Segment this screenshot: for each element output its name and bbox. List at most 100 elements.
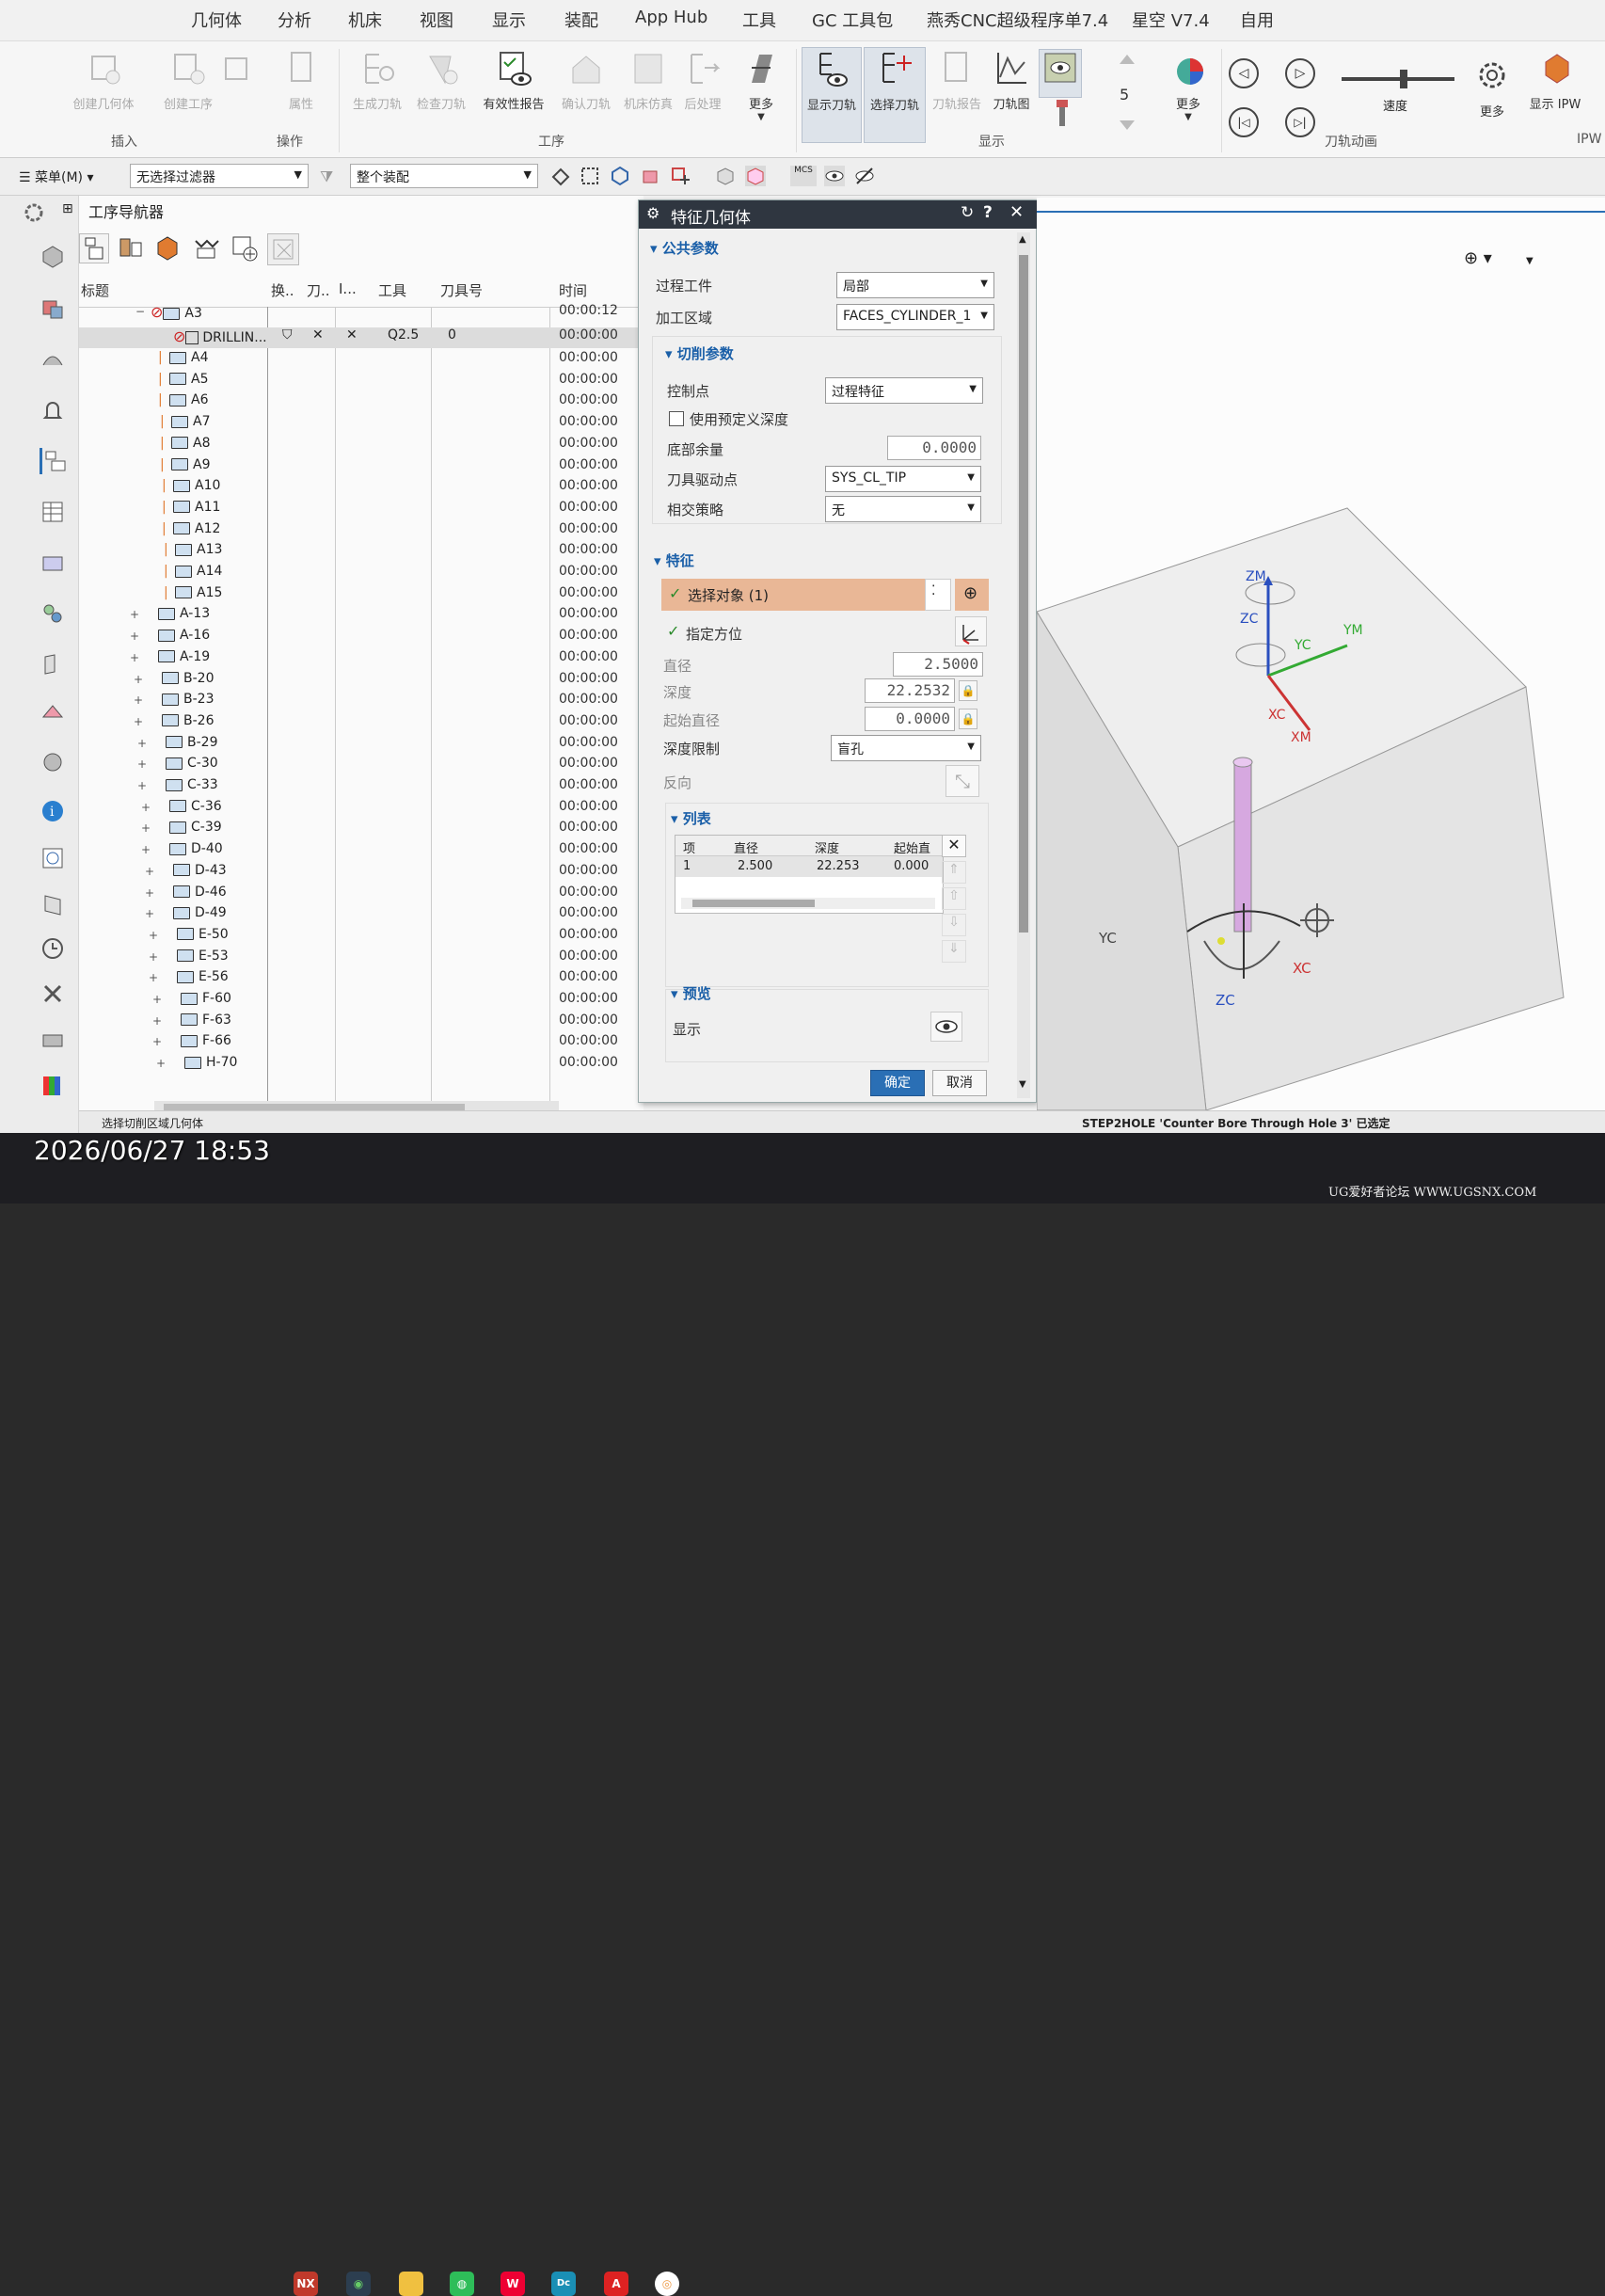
- cube-outline-icon[interactable]: [745, 166, 766, 186]
- validity-report-button[interactable]: 有效性报告: [476, 49, 551, 112]
- close-icon[interactable]: ✕: [1009, 202, 1024, 222]
- section-preview[interactable]: ▾ 预览: [671, 983, 711, 1003]
- create-geometry-button[interactable]: 创建几何体: [58, 49, 149, 112]
- machine-library-icon[interactable]: [40, 499, 66, 525]
- lock-icon[interactable]: 🔒: [959, 709, 977, 729]
- expand-icon[interactable]: +: [134, 673, 143, 686]
- table-row[interactable]: + C-36 00:00:00: [79, 799, 644, 820]
- ipw-display-button[interactable]: [1039, 49, 1082, 98]
- nx-app-icon[interactable]: NX: [294, 2272, 318, 2296]
- expand-icon[interactable]: +: [149, 971, 158, 984]
- hexagon-icon[interactable]: [610, 166, 630, 186]
- menu-gc-toolkit[interactable]: GC 工具包: [812, 8, 893, 32]
- selection-filter-dropdown[interactable]: 无选择过滤器 ▼: [130, 164, 309, 188]
- create-method-button[interactable]: [218, 49, 256, 94]
- control-point-dropdown[interactable]: 过程特征 ▼: [825, 377, 983, 404]
- expand-icon[interactable]: +: [130, 608, 139, 621]
- tool-drive-point-dropdown[interactable]: SYS_CL_TIP ▼: [825, 466, 981, 492]
- book-icon[interactable]: [40, 651, 66, 678]
- machine-simulation-button[interactable]: 机床仿真: [617, 49, 679, 112]
- material-icon[interactable]: [40, 749, 66, 775]
- more-operations-button[interactable]: 更多 ▼: [738, 49, 785, 122]
- dialog-scrollbar[interactable]: ▲ ▼: [1017, 232, 1030, 1098]
- section-feature[interactable]: ▾ 特征: [654, 550, 694, 570]
- table-row[interactable]: 1 2.500 22.253 0.000: [675, 856, 943, 877]
- menu-custom[interactable]: 自用: [1240, 8, 1274, 32]
- ok-button[interactable]: 确定: [870, 1070, 925, 1096]
- menu-analysis[interactable]: 分析: [278, 8, 311, 32]
- tool-display-button[interactable]: [1048, 100, 1076, 132]
- expand-icon[interactable]: +: [149, 929, 158, 942]
- postprocess-button[interactable]: 后处理: [679, 49, 726, 112]
- mcs-display-icon[interactable]: MCS: [790, 166, 817, 186]
- expand-icon[interactable]: +: [137, 737, 147, 750]
- table-row[interactable]: + C-30 00:00:00: [79, 756, 644, 776]
- move-up-button[interactable]: ⇧: [942, 887, 966, 910]
- depth-limit-dropdown[interactable]: 盲孔 ▼: [831, 735, 981, 761]
- file-explorer-icon[interactable]: [399, 2272, 423, 2296]
- menu-app-hub[interactable]: App Hub: [635, 8, 707, 27]
- ipw-history-icon[interactable]: [40, 700, 66, 726]
- forward-end-button[interactable]: ▷|: [1285, 107, 1315, 137]
- feature-icon[interactable]: [40, 600, 66, 627]
- create-operation-button[interactable]: 创建工序: [151, 49, 226, 112]
- help-icon[interactable]: ?: [983, 203, 993, 222]
- expand-icon[interactable]: +: [156, 1057, 166, 1070]
- section-cut-params[interactable]: ▾ 切削参数: [665, 343, 734, 363]
- show-ipw-button[interactable]: 显示 IPW: [1524, 49, 1586, 112]
- selection-scope-dropdown[interactable]: 整个装配 ▼: [350, 164, 538, 188]
- menu-button[interactable]: ☰ 菜单(M) ▾: [19, 167, 94, 186]
- lock-icon[interactable]: 🔒: [959, 680, 977, 701]
- table-row[interactable]: | A10 00:00:00: [79, 478, 644, 499]
- menu-display[interactable]: 显示: [492, 8, 526, 32]
- scrollbar-thumb[interactable]: [1019, 255, 1028, 933]
- table-row[interactable]: | A8 00:00:00: [79, 436, 644, 456]
- table-row[interactable]: | A14 00:00:00: [79, 564, 644, 584]
- table-row[interactable]: + B-20 00:00:00: [79, 671, 644, 692]
- rewind-button[interactable]: |◁: [1229, 107, 1259, 137]
- tool-library-icon[interactable]: [40, 550, 66, 576]
- move-up-button[interactable]: 5: [1108, 51, 1144, 139]
- browser-icon[interactable]: ◎: [655, 2272, 679, 2296]
- table-row[interactable]: + H-70 00:00:00: [79, 1055, 644, 1076]
- section-common-params[interactable]: ▾ 公共参数: [650, 238, 719, 258]
- select-toolpath-button[interactable]: 选择刀轨: [864, 47, 926, 143]
- table-row[interactable]: | A6 00:00:00: [79, 392, 644, 413]
- table-row[interactable]: + B-29 00:00:00: [79, 735, 644, 756]
- expand-icon[interactable]: +: [130, 651, 139, 664]
- table-row[interactable]: + F-60 00:00:00: [79, 991, 644, 1012]
- scroll-down-icon[interactable]: ▼: [1019, 1079, 1026, 1090]
- expand-icon[interactable]: +: [145, 886, 154, 900]
- select-points-button[interactable]: ⁚: [925, 579, 951, 611]
- table-row[interactable]: + A-13 00:00:00: [79, 606, 644, 627]
- table-row-parent[interactable]: − ⊘ A3 00:00:12: [79, 303, 644, 324]
- section-list[interactable]: ▾ 列表: [671, 808, 711, 828]
- reset-icon[interactable]: ↻: [961, 203, 974, 222]
- table-row[interactable]: + B-23 00:00:00: [79, 692, 644, 712]
- expand-icon[interactable]: +: [149, 950, 158, 964]
- expand-icon[interactable]: +: [134, 715, 143, 728]
- table-row[interactable]: + F-66 00:00:00: [79, 1033, 644, 1054]
- intersect-strategy-dropdown[interactable]: 无 ▼: [825, 496, 981, 522]
- expand-icon[interactable]: +: [141, 801, 151, 814]
- properties-button[interactable]: 属性: [275, 49, 327, 112]
- expand-icon[interactable]: +: [152, 993, 162, 1006]
- diameter-input[interactable]: 2.5000: [893, 652, 983, 677]
- cancel-button[interactable]: 取消: [932, 1070, 987, 1096]
- table-row[interactable]: | A13 00:00:00: [79, 542, 644, 563]
- table-row[interactable]: | A12 00:00:00: [79, 521, 644, 542]
- table-row[interactable]: | A7 00:00:00: [79, 414, 644, 435]
- table-row-selected[interactable]: ⊘ DRILLIN... ⛉ ✕ ✕ Q2.5 0 00:00:00: [79, 327, 644, 348]
- wechat-icon[interactable]: ◍: [450, 2272, 474, 2296]
- program-order-view-icon[interactable]: [79, 233, 109, 263]
- info-icon[interactable]: i: [40, 798, 66, 824]
- table-row[interactable]: + A-16 00:00:00: [79, 628, 644, 648]
- expand-icon[interactable]: +: [152, 1014, 162, 1028]
- play-button[interactable]: ▷: [1285, 58, 1315, 88]
- pdf-reader-icon[interactable]: A: [604, 2272, 628, 2296]
- table-row[interactable]: | A9 00:00:00: [79, 457, 644, 478]
- speed-slider[interactable]: [1342, 70, 1454, 88]
- menu-xingkong[interactable]: 星空 V7.4: [1132, 8, 1210, 32]
- table-scrollbar[interactable]: [681, 898, 935, 909]
- confirm-toolpath-button[interactable]: 确认刀轨: [555, 49, 617, 112]
